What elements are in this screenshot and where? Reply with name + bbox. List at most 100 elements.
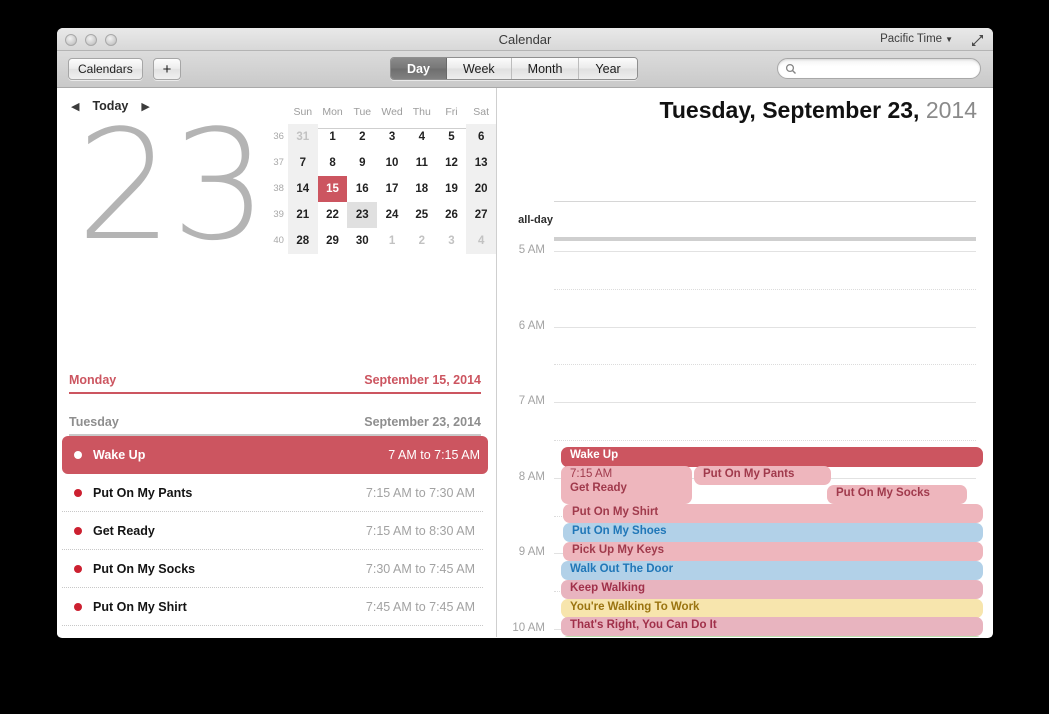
minical-weeknum-header bbox=[270, 106, 288, 124]
minical-weekday-thu: Thu bbox=[412, 106, 431, 118]
event-list-item[interactable]: Put On My Pants 7:15 AM to 7:30 AM bbox=[62, 474, 483, 512]
day-view-event-block[interactable]: Wake Up bbox=[561, 447, 983, 467]
minical-day-cell[interactable]: 2 bbox=[407, 228, 437, 254]
minical-day-cell[interactable]: 19 bbox=[437, 176, 467, 202]
main-toolbar: Calendars + Day Week Month Year bbox=[57, 51, 993, 88]
minical-day-cell[interactable]: 30 bbox=[347, 228, 377, 254]
minical-day-cell[interactable]: 5 bbox=[437, 124, 467, 150]
minical-day-cell[interactable]: 27 bbox=[466, 201, 496, 228]
minical-day-cell[interactable]: 9 bbox=[347, 150, 377, 176]
window-title: Calendar bbox=[498, 32, 552, 47]
calendar-color-dot-icon bbox=[74, 488, 82, 497]
minical-day-cell[interactable]: 24 bbox=[377, 202, 407, 228]
minical-day-cell[interactable]: 15 bbox=[317, 175, 348, 202]
calendars-button[interactable]: Calendars bbox=[68, 58, 143, 80]
day-view-event-block[interactable]: That's Right, You Can Do It bbox=[561, 617, 983, 636]
half-hour-gridline bbox=[554, 288, 976, 290]
minical-day-cell[interactable]: 4 bbox=[466, 227, 496, 254]
half-hour-gridline bbox=[554, 364, 976, 366]
day-view-event-block[interactable]: Walk Out The Door bbox=[561, 561, 983, 580]
hour-gridline bbox=[554, 326, 976, 328]
minical-day-cell[interactable]: 16 bbox=[347, 176, 377, 202]
minical-day-cell[interactable]: 28 bbox=[287, 227, 318, 254]
search-input[interactable] bbox=[801, 62, 971, 75]
minical-day-cell[interactable]: 4 bbox=[407, 124, 437, 150]
minical-day-cell[interactable]: 14 bbox=[287, 175, 318, 202]
hour-label: 5 AM bbox=[518, 244, 545, 256]
timezone-menu[interactable]: Pacific Time ▼ bbox=[880, 33, 953, 45]
minical-day-cell[interactable]: 13 bbox=[466, 149, 496, 176]
day-view-event-block[interactable]: Put On My Pants bbox=[694, 466, 831, 485]
date-header-date: September 15, 2014 bbox=[364, 373, 481, 387]
minical-day-cell[interactable]: 6 bbox=[466, 123, 496, 150]
minical-day-cell[interactable]: 12 bbox=[437, 150, 467, 176]
calendar-color-dot-icon bbox=[74, 451, 82, 459]
day-view-event-block[interactable]: You Should Be At Work By Now bbox=[561, 636, 983, 637]
day-view-event-block[interactable]: Put On My Socks bbox=[827, 485, 967, 504]
event-title: Get Ready bbox=[93, 523, 155, 538]
date-header-weekday: Monday bbox=[69, 373, 117, 387]
minical-day-cell[interactable]: 22 bbox=[318, 202, 348, 228]
day-view-event-block[interactable]: You're Walking To Work bbox=[561, 599, 983, 618]
event-list-item[interactable]: Wake Up 7 AM to 7:15 AM bbox=[62, 436, 488, 474]
allday-label: all-day bbox=[518, 214, 553, 226]
minical-weekday-tue: Tue bbox=[353, 106, 372, 118]
event-list-item[interactable]: Put On My Shoes8 AM to 8:15 AM bbox=[62, 626, 483, 637]
hour-label: 6 AM bbox=[518, 319, 545, 332]
event-block-title: Put On My Shirt bbox=[572, 506, 659, 518]
minical-day-cell[interactable]: 18 bbox=[407, 176, 437, 202]
search-box[interactable] bbox=[777, 58, 981, 79]
tab-year[interactable]: Year bbox=[579, 58, 637, 79]
date-header-rule bbox=[69, 392, 481, 394]
minical-day-cell[interactable]: 23 bbox=[347, 201, 378, 228]
minical-day-cell[interactable]: 1 bbox=[318, 124, 348, 150]
date-header-monday[interactable]: Monday September 15, 2014 bbox=[69, 366, 481, 394]
add-event-button[interactable]: + bbox=[153, 58, 181, 80]
day-view-event-block[interactable]: Put On My Shoes bbox=[563, 523, 983, 542]
mini-month-calendar[interactable]: Sun Mon Tue Wed Thu Fri Sat 36 31 1 2 3 4 5 6 37 7 8 9 10 1… bbox=[270, 106, 496, 254]
event-title: Wake Up bbox=[93, 448, 146, 462]
minical-day-cell[interactable]: 3 bbox=[377, 124, 407, 150]
fullscreen-icon[interactable] bbox=[971, 34, 984, 47]
minical-day-cell[interactable]: 7 bbox=[287, 149, 318, 176]
minical-day-cell[interactable]: 25 bbox=[407, 202, 437, 228]
minical-day-cell[interactable]: 3 bbox=[437, 228, 467, 254]
event-list-item[interactable]: Get Ready 7:15 AM to 8:30 AM bbox=[62, 512, 483, 550]
calendar-color-dot-icon bbox=[74, 526, 82, 535]
day-view-title-date: Tuesday, September 23, bbox=[659, 97, 920, 123]
day-view-event-block[interactable]: Put On My Shirt bbox=[563, 504, 983, 523]
event-time-range: 7 AM to 7:15 AM bbox=[388, 448, 480, 462]
day-view-event-block[interactable]: 7:15 AM Get Ready bbox=[561, 466, 692, 504]
date-header-tuesday[interactable]: Tuesday September 23, 2014 bbox=[69, 408, 481, 436]
event-list-item[interactable]: Put On My Socks 7:30 AM to 7:45 AM bbox=[62, 550, 483, 588]
minical-week-row: 39 21 22 23 24 25 26 27 bbox=[270, 201, 496, 228]
sidebar-panel: ◀ Today ▶ 23 Sun Mon Tue Wed Thu Fri Sat 36 31 1… bbox=[57, 88, 497, 637]
minical-day-cell[interactable]: 26 bbox=[437, 202, 467, 228]
minical-day-cell[interactable]: 21 bbox=[287, 201, 318, 228]
date-header-date: September 23, 2014 bbox=[364, 415, 481, 429]
minical-day-cell[interactable]: 31 bbox=[287, 123, 318, 150]
tab-week[interactable]: Week bbox=[446, 58, 512, 79]
day-view-event-block[interactable]: Pick Up My Keys bbox=[563, 542, 983, 561]
minical-weekday-fri: Fri bbox=[445, 106, 458, 118]
minical-day-cell[interactable]: 8 bbox=[318, 150, 348, 176]
event-block-title: Put On My Socks bbox=[836, 487, 930, 499]
tab-month[interactable]: Month bbox=[511, 58, 580, 79]
day-view-title: Tuesday, September 23, 2014 bbox=[660, 97, 977, 124]
tab-day[interactable]: Day bbox=[391, 58, 447, 79]
event-list: Wake Up 7 AM to 7:15 AM Put On My Pants 7:1… bbox=[57, 436, 496, 637]
hour-label: 10 AM bbox=[512, 622, 545, 634]
minical-day-cell[interactable]: 10 bbox=[377, 150, 407, 176]
hour-gridline bbox=[554, 251, 976, 252]
minical-day-cell[interactable]: 2 bbox=[347, 124, 377, 150]
minical-day-cell[interactable]: 17 bbox=[377, 176, 407, 202]
minical-day-cell[interactable]: 20 bbox=[466, 175, 496, 202]
minical-day-cell[interactable]: 1 bbox=[377, 228, 407, 254]
minical-day-cell[interactable]: 11 bbox=[407, 150, 437, 176]
timezone-label: Pacific Time bbox=[880, 33, 943, 45]
minical-weekday-sat: Sat bbox=[473, 106, 490, 118]
minical-day-cell[interactable]: 29 bbox=[318, 228, 348, 254]
event-list-item[interactable]: Put On My Shirt 7:45 AM to 7:45 AM bbox=[62, 588, 483, 626]
minical-weekday-wed: Wed bbox=[381, 106, 403, 118]
day-view-event-block[interactable]: Keep Walking bbox=[561, 580, 983, 599]
